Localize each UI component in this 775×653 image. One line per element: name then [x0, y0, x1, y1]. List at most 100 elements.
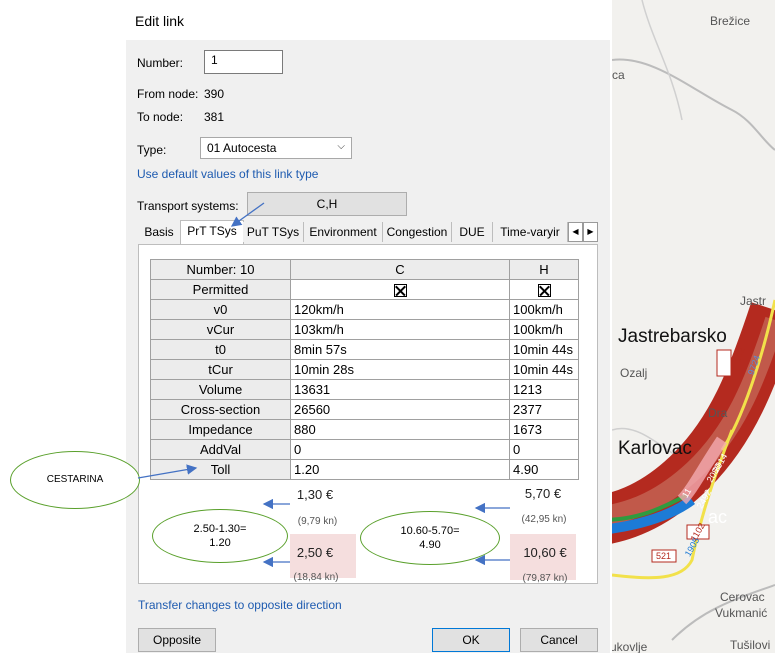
checkbox-checked-icon[interactable]: [393, 284, 407, 298]
map-city-label: Jastrebarsko: [618, 326, 727, 347]
table-row: Impedance 880 1673: [150, 419, 579, 440]
type-label: Type:: [137, 143, 167, 157]
row-label: Cross-section: [150, 399, 291, 420]
map-label: Jastr: [740, 294, 767, 308]
transfer-changes-link[interactable]: Transfer changes to opposite direction: [138, 598, 342, 612]
cell-h[interactable]: 0: [509, 439, 579, 460]
row-label: Impedance: [150, 419, 291, 440]
cell-c[interactable]: 8min 57s: [290, 339, 510, 360]
transport-systems-label: Transport systems:: [137, 199, 239, 213]
price-h-top-kn: (42,95 kn): [521, 514, 567, 525]
cestarina-callout: CESTARINA: [10, 451, 140, 509]
price-c-bottom: 2,50 €: [296, 545, 334, 560]
row-label: AddVal: [150, 439, 291, 460]
map-label: ac: [708, 507, 728, 527]
grid-row-permitted: Permitted: [150, 279, 579, 300]
tab-put-tsys[interactable]: PuT TSys: [243, 222, 304, 242]
tab-prt-tsys[interactable]: PrT TSys: [180, 220, 244, 245]
tab-time-varying[interactable]: Time-varyir: [493, 222, 568, 242]
grid-header-row: Number: 10 C H: [150, 259, 579, 280]
cell-h[interactable]: 4.90: [509, 459, 579, 480]
type-select-value: 01 Autocesta: [207, 141, 277, 155]
grid-header-number: Number: 10: [150, 259, 291, 280]
map-label: Dra: [708, 406, 728, 420]
table-row: Cross-section 26560 2377: [150, 399, 579, 420]
cell-c[interactable]: 1.20: [290, 459, 510, 480]
dialog-title: Edit link: [135, 13, 185, 29]
cell-h[interactable]: 2377: [509, 399, 579, 420]
map-label: Brežice: [710, 14, 751, 28]
price-h-bottom-kn: (79,87 kn): [522, 573, 568, 584]
map-label: Tušilovi: [730, 638, 771, 652]
cell-h[interactable]: 1673: [509, 419, 579, 440]
ok-button[interactable]: OK: [432, 628, 510, 652]
to-node-label: To node:: [137, 110, 184, 124]
cell-c[interactable]: 103km/h: [290, 319, 510, 340]
calc-c-callout: 2.50-1.30= 1.20: [152, 509, 288, 563]
calc-h-line1: 10.60-5.70=: [400, 525, 460, 537]
map-label: Ozalj: [620, 366, 648, 380]
grid-row-toll: Toll 1.20 4.90: [150, 459, 579, 480]
row-label: Toll: [150, 459, 291, 480]
type-select[interactable]: 01 Autocesta ⌵: [200, 137, 352, 159]
tab-due[interactable]: DUE: [452, 222, 493, 242]
permitted-c-checkbox-cell[interactable]: [290, 279, 510, 300]
price-h-bottom: 10,60 €: [523, 545, 567, 560]
calc-h-callout: 10.60-5.70= 4.90: [360, 511, 500, 565]
table-row: vCur 103km/h 100km/h: [150, 319, 579, 340]
cell-h[interactable]: 100km/h: [509, 319, 579, 340]
cell-h[interactable]: 10min 44s: [509, 339, 579, 360]
table-row: v0 120km/h 100km/h: [150, 299, 579, 320]
checkbox-checked-icon[interactable]: [537, 284, 551, 298]
map-label: ca: [612, 68, 625, 82]
map-label: Vukmanić: [715, 606, 768, 620]
from-node-label: From node:: [137, 87, 199, 101]
number-input[interactable]: 1: [204, 50, 283, 74]
row-label: t0: [150, 339, 291, 360]
tab-scroll-right-icon[interactable]: ▶: [583, 222, 598, 242]
tab-environment[interactable]: Environment: [304, 222, 383, 242]
cancel-button[interactable]: Cancel: [520, 628, 598, 652]
cell-h[interactable]: 1213: [509, 379, 579, 400]
from-node-value: 390: [204, 87, 225, 101]
price-c-bottom-kn: (18,84 kn): [293, 572, 339, 583]
cell-c[interactable]: 0: [290, 439, 510, 460]
table-row: t0 8min 57s 10min 44s: [150, 339, 579, 360]
row-label: Permitted: [150, 279, 291, 300]
grid-header-c: C: [290, 259, 510, 280]
tab-basis[interactable]: Basis: [138, 222, 181, 242]
map-view[interactable]: Brežice ca Jastrebarsko Ozalj Karlovac D…: [612, 0, 775, 653]
price-h-top: 5,70 €: [524, 486, 562, 501]
price-c-top-kn: (9,79 kn): [297, 516, 338, 527]
cell-h[interactable]: 100km/h: [509, 299, 579, 320]
number-label: Number:: [137, 56, 184, 70]
grid-header-h: H: [509, 259, 579, 280]
cell-c[interactable]: 13631: [290, 379, 510, 400]
tab-scroll-left-icon[interactable]: ◀: [568, 222, 583, 242]
table-row: AddVal 0 0: [150, 439, 579, 460]
row-label: tCur: [150, 359, 291, 380]
calc-c-line2: 1.20: [209, 537, 231, 549]
map-label: Cerovac: [720, 590, 765, 604]
row-label: v0: [150, 299, 291, 320]
cell-c[interactable]: 880: [290, 419, 510, 440]
transport-systems-button[interactable]: C,H: [247, 192, 407, 216]
cell-h[interactable]: 10min 44s: [509, 359, 579, 380]
road-label: 521: [656, 551, 672, 561]
chevron-down-icon: ⌵: [337, 141, 345, 152]
table-row: Volume 13631 1213: [150, 379, 579, 400]
cell-c[interactable]: 120km/h: [290, 299, 510, 320]
calc-c-line1: 2.50-1.30=: [193, 523, 247, 535]
cell-c[interactable]: 10min 28s: [290, 359, 510, 380]
permitted-h-checkbox-cell[interactable]: [509, 279, 579, 300]
tsys-grid: Number: 10 C H Permitted v0 120km/h 100k…: [150, 259, 579, 480]
table-row: tCur 10min 28s 10min 44s: [150, 359, 579, 380]
map-label: ukovlje: [612, 640, 648, 653]
tab-congestion[interactable]: Congestion: [383, 222, 452, 242]
map-city-label: Karlovac: [618, 438, 692, 459]
use-default-values-link[interactable]: Use default values of this link type: [137, 167, 318, 181]
price-c-top: 1,30 €: [296, 487, 334, 502]
cell-c[interactable]: 26560: [290, 399, 510, 420]
opposite-button[interactable]: Opposite: [138, 628, 216, 652]
calc-h-line2: 4.90: [419, 539, 441, 551]
